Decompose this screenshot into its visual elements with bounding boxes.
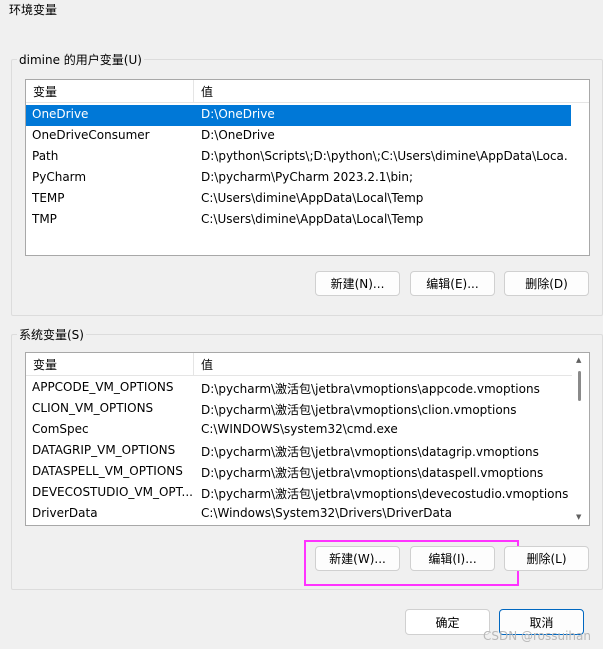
var-name: DEVECOSTUDIO_VM_OPT... — [32, 485, 192, 499]
system-new-button[interactable]: 新建(W)... — [315, 546, 400, 571]
var-name: TMP — [32, 212, 57, 226]
user-vars-group-label: dimine 的用户变量(U) — [17, 51, 144, 68]
var-value: C:\Users\dimine\AppData\Local\Temp — [201, 191, 424, 205]
user-edit-button[interactable]: 编辑(E)... — [410, 271, 495, 296]
var-value: C:\WINDOWS\system32\cmd.exe — [201, 422, 398, 436]
system-var-row[interactable]: CLION_VM_OPTIONS D:\pycharm\激活包\jetbra\v… — [26, 399, 571, 420]
var-value: D:\python\Scripts\;D:\python\;C:\Users\d… — [201, 149, 569, 163]
var-value: D:\OneDrive — [201, 128, 275, 142]
system-vars-list[interactable]: 变量 值 APPCODE_VM_OPTIONS D:\pycharm\激活包\j… — [25, 352, 590, 526]
user-vars-header: 变量 值 — [26, 80, 589, 103]
var-value: D:\OneDrive — [201, 107, 275, 121]
var-value: D:\pycharm\激活包\jetbra\vmoptions\devecost… — [201, 487, 569, 501]
var-name: DATAGRIP_VM_OPTIONS — [32, 443, 176, 457]
var-name: CLION_VM_OPTIONS — [32, 401, 154, 415]
user-vars-list[interactable]: 变量 值 OneDrive D:\OneDrive OneDriveConsum… — [25, 79, 590, 256]
var-name: OneDrive — [32, 107, 89, 121]
column-separator[interactable] — [193, 353, 194, 375]
var-name: OneDriveConsumer — [32, 128, 150, 142]
var-value: C:\Users\dimine\AppData\Local\Temp — [201, 212, 424, 226]
var-name: ComSpec — [32, 422, 89, 436]
system-vars-header: 变量 值 — [26, 353, 573, 376]
user-delete-button[interactable]: 删除(D) — [504, 271, 589, 296]
system-var-row[interactable]: ComSpec C:\WINDOWS\system32\cmd.exe — [26, 420, 571, 441]
column-header-variable[interactable]: 变量 — [33, 83, 57, 100]
watermark: CSDN @rossuihan — [482, 629, 591, 643]
var-value: D:\pycharm\激活包\jetbra\vmoptions\datagrip… — [201, 445, 539, 459]
var-name: PyCharm — [32, 170, 87, 184]
system-edit-button[interactable]: 编辑(I)... — [410, 546, 495, 571]
var-value: D:\pycharm\激活包\jetbra\vmoptions\clion.vm… — [201, 403, 517, 417]
user-var-row[interactable]: TMP C:\Users\dimine\AppData\Local\Temp — [26, 210, 571, 231]
system-vars-group-label: 系统变量(S) — [17, 326, 86, 343]
column-header-value[interactable]: 值 — [201, 83, 213, 100]
column-header-variable[interactable]: 变量 — [33, 356, 57, 373]
system-var-row[interactable]: APPCODE_VM_OPTIONS D:\pycharm\激活包\jetbra… — [26, 378, 571, 399]
system-var-row[interactable]: DriverData C:\Windows\System32\Drivers\D… — [26, 504, 571, 525]
user-new-button[interactable]: 新建(N)... — [315, 271, 400, 296]
user-var-row-onedrive[interactable]: OneDrive D:\OneDrive — [26, 105, 571, 126]
system-var-row[interactable]: DEVECOSTUDIO_VM_OPT... D:\pycharm\激活包\je… — [26, 483, 571, 504]
var-value: C:\Windows\System32\Drivers\DriverData — [201, 506, 452, 520]
system-delete-button[interactable]: 删除(L) — [504, 546, 589, 571]
column-header-value[interactable]: 值 — [201, 356, 213, 373]
user-var-row[interactable]: TEMP C:\Users\dimine\AppData\Local\Temp — [26, 189, 571, 210]
scroll-up-icon[interactable]: ▲ — [576, 356, 581, 364]
system-var-row[interactable]: DATASPELL_VM_OPTIONS D:\pycharm\激活包\jetb… — [26, 462, 571, 483]
title-bar: 环境变量 — [0, 0, 603, 22]
var-name: DATASPELL_VM_OPTIONS — [32, 464, 183, 478]
var-value: D:\pycharm\PyCharm 2023.2.1\bin; — [201, 170, 414, 184]
system-var-row[interactable]: DATAGRIP_VM_OPTIONS D:\pycharm\激活包\jetbr… — [26, 441, 571, 462]
ok-button[interactable]: 确定 — [405, 609, 490, 635]
window-title: 环境变量 — [9, 3, 58, 17]
var-value: D:\pycharm\激活包\jetbra\vmoptions\dataspel… — [201, 466, 544, 480]
var-name: APPCODE_VM_OPTIONS — [32, 380, 174, 394]
var-name: DriverData — [32, 506, 98, 520]
scroll-down-icon[interactable]: ▼ — [576, 513, 581, 521]
user-var-row[interactable]: PyCharm D:\pycharm\PyCharm 2023.2.1\bin; — [26, 168, 571, 189]
var-name: TEMP — [32, 191, 65, 205]
column-separator[interactable] — [193, 80, 194, 102]
user-var-row[interactable]: Path D:\python\Scripts\;D:\python\;C:\Us… — [26, 147, 571, 168]
var-name: Path — [32, 149, 59, 163]
scrollbar-thumb[interactable] — [578, 371, 581, 401]
user-var-row[interactable]: OneDriveConsumer D:\OneDrive — [26, 126, 571, 147]
var-value: D:\pycharm\激活包\jetbra\vmoptions\appcode.… — [201, 382, 540, 396]
system-vars-scrollbar[interactable]: ▲ ▼ — [572, 353, 588, 525]
